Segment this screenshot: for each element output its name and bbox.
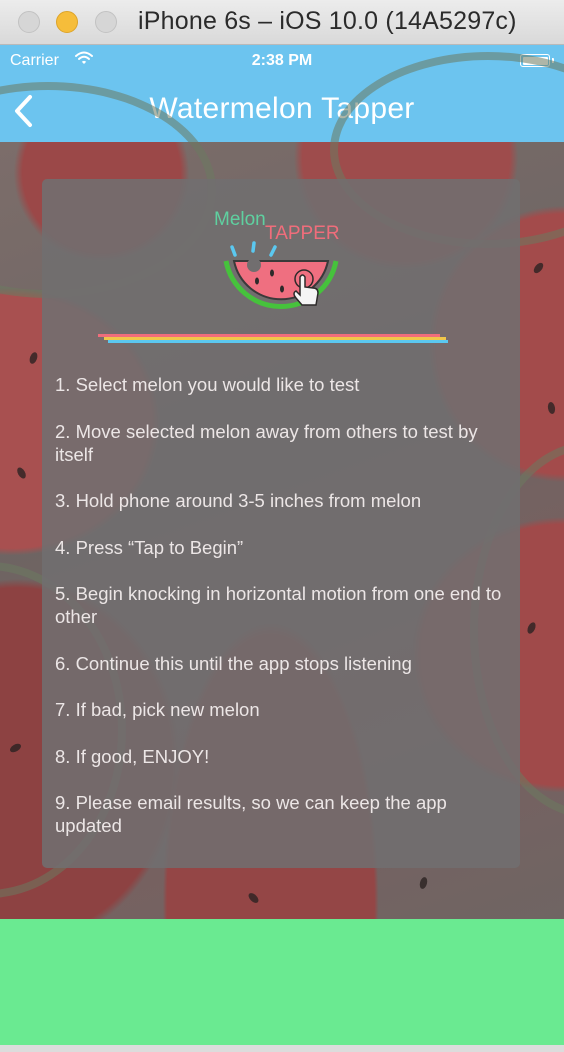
instructions-card: Melon TAPPER 1. Select melon you would l…: [42, 179, 520, 868]
instruction-step: 2. Move selected melon away from others …: [55, 420, 478, 465]
bottom-action-bar[interactable]: [0, 919, 564, 1045]
seed-decoration: [15, 466, 28, 480]
instruction-step: 4. Press “Tap to Begin”: [55, 536, 244, 558]
splash-drop: [269, 245, 277, 257]
simulator-title-bar: iPhone 6s – iOS 10.0 (14A5297c): [0, 0, 564, 45]
window-bottom-edge: [0, 1045, 564, 1052]
window-minimize-button[interactable]: [56, 11, 78, 33]
logo-word-tapper: TAPPER: [265, 223, 340, 244]
seed-decoration: [28, 351, 39, 365]
window-title: iPhone 6s – iOS 10.0 (14A5297c): [138, 7, 517, 35]
splash-drop: [251, 241, 256, 253]
seed-decoration: [547, 401, 556, 415]
instruction-step: 5. Begin knocking in horizontal motion f…: [55, 583, 502, 627]
seed-decoration: [531, 261, 546, 275]
seed-decoration: [246, 891, 261, 905]
window-close-button[interactable]: [18, 11, 40, 33]
instruction-step: 9. Please email results, so we can keep …: [55, 792, 447, 836]
melon-bite: [247, 258, 261, 272]
device-screen: Carrier 2:38 PM Watermelon Tapper Melon …: [0, 45, 564, 1045]
logo-word-melon: Melon: [214, 209, 266, 230]
seed-decoration: [418, 876, 429, 890]
instruction-step: 3. Hold phone around 3-5 inches from mel…: [55, 490, 422, 511]
splash-drop: [230, 245, 237, 257]
instruction-step: 8. If good, ENJOY!: [55, 745, 210, 767]
window-zoom-button[interactable]: [95, 11, 117, 33]
instruction-step: 1. Select melon you would like to test: [55, 374, 360, 395]
watermelon-background-image: Melon TAPPER 1. Select melon you would l…: [0, 52, 564, 919]
instruction-step: 6. Continue this until the app stops lis…: [55, 652, 412, 674]
melon-tapper-logo: Melon TAPPER: [214, 209, 340, 309]
logo-divider: [98, 334, 448, 344]
instructions-list: 1. Select melon you would like to test 2…: [55, 373, 510, 861]
instruction-step: 7. If bad, pick new melon: [55, 699, 260, 720]
